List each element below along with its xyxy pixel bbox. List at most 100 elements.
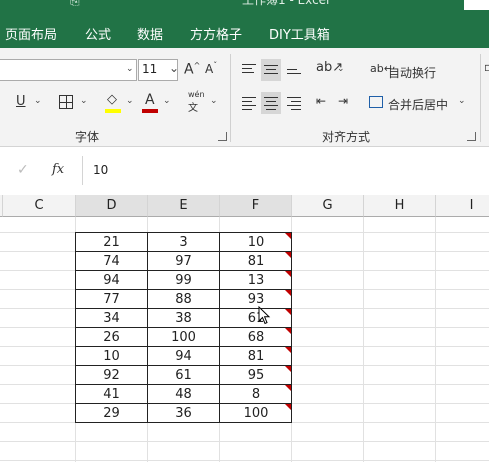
align-group-label: 对齐方式 <box>322 130 371 144</box>
align-right-icon[interactable] <box>287 97 301 113</box>
cell-d[interactable]: 41 <box>76 385 148 404</box>
window-control[interactable] <box>464 0 489 10</box>
align-bottom-icon[interactable] <box>287 69 301 77</box>
data-table: 21 3 10 74 97 81 94 99 13 77 88 93 34 38 61 26 100 68 10 94… <box>75 232 292 423</box>
column-header-e[interactable]: E <box>148 195 220 217</box>
cell-f[interactable]: 8 <box>220 385 292 404</box>
cell-f[interactable]: 81 <box>220 347 292 366</box>
title-bar: ⎘ 工作簿1 - Excel <box>0 0 489 18</box>
next-group-icon[interactable]: ▫ <box>484 60 489 74</box>
cell-f[interactable]: 68 <box>220 328 292 347</box>
cell-d[interactable]: 29 <box>76 404 148 423</box>
merge-center-label[interactable]: 合并后居中 <box>388 96 448 113</box>
align-left-icon[interactable] <box>242 97 256 113</box>
chevron-down-icon[interactable]: ⌄ <box>34 96 42 106</box>
font-size-value: 11 <box>142 62 158 76</box>
cell-e[interactable]: 97 <box>148 252 220 271</box>
cell-f[interactable]: 61 <box>220 309 292 328</box>
mouse-cursor-icon <box>258 306 271 325</box>
cell-f[interactable]: 95 <box>220 366 292 385</box>
cell-f[interactable]: 93 <box>220 290 292 309</box>
font-color-swatch <box>142 109 158 113</box>
font-color-icon[interactable]: A <box>145 92 155 108</box>
window-title: 工作簿1 - Excel <box>242 0 330 7</box>
decrease-indent-icon[interactable]: ⇤ <box>316 94 326 108</box>
cell-e[interactable]: 3 <box>148 233 220 252</box>
cell-d[interactable]: 92 <box>76 366 148 385</box>
column-header-g[interactable]: G <box>292 195 364 217</box>
comment-indicator-icon <box>285 252 291 258</box>
cell-d[interactable]: 74 <box>76 252 148 271</box>
cell-d[interactable]: 26 <box>76 328 148 347</box>
chevron-down-icon[interactable]: ⌄ <box>80 96 88 106</box>
column-header-h[interactable]: H <box>364 195 436 217</box>
formula-input[interactable]: 10 <box>82 156 489 185</box>
comment-indicator-icon <box>285 309 291 315</box>
comment-indicator-icon <box>285 366 291 372</box>
tab-diy-toolbox[interactable]: DIY工具箱 <box>269 24 330 43</box>
font-name-box[interactable]: ⌄ <box>0 59 137 81</box>
font-group-label: 字体 <box>75 130 100 144</box>
cell-e[interactable]: 100 <box>148 328 220 347</box>
cell-d[interactable]: 77 <box>76 290 148 309</box>
wrap-text-label[interactable]: 自动换行 <box>388 64 436 81</box>
comment-indicator-icon <box>285 290 291 296</box>
formula-value: 10 <box>93 163 109 177</box>
decrease-font-icon[interactable]: Aˇ <box>205 61 217 76</box>
align-top-icon[interactable] <box>242 64 256 76</box>
fill-color-swatch <box>105 109 121 113</box>
tab-data[interactable]: 数据 <box>137 24 163 43</box>
font-size-box[interactable]: 11 ⌄ <box>138 59 179 81</box>
insert-function-icon[interactable]: fx <box>52 162 64 177</box>
tab-page-layout[interactable]: 页面布局 <box>5 24 57 43</box>
chevron-down-icon[interactable]: ⌄ <box>458 96 466 106</box>
cell-d[interactable]: 21 <box>76 233 148 252</box>
chevron-down-icon[interactable]: ⌄ <box>126 64 134 74</box>
ribbon: ⌄ 11 ⌄ A^ Aˇ U ⌄ ⌄ ◇ ⌄ A ⌄ wén 文 ⌄ 字体 ab↗… <box>0 48 489 147</box>
cell-e[interactable]: 48 <box>148 385 220 404</box>
formula-bar: ✓ fx 10 <box>0 156 489 187</box>
cell-e[interactable]: 61 <box>148 366 220 385</box>
align-center-icon[interactable] <box>264 97 278 113</box>
group-separator <box>230 54 231 142</box>
cell-e[interactable]: 88 <box>148 290 220 309</box>
chevron-down-icon[interactable]: ⌄ <box>169 61 179 75</box>
cell-d[interactable]: 94 <box>76 271 148 290</box>
cell-f[interactable]: 81 <box>220 252 292 271</box>
column-header-c[interactable]: C <box>3 195 76 217</box>
cell-d[interactable]: 34 <box>76 309 148 328</box>
border-icon[interactable] <box>59 95 73 109</box>
chevron-down-icon[interactable]: ⌄ <box>163 96 171 106</box>
align-dialog-launcher-icon[interactable] <box>467 132 476 141</box>
comment-indicator-icon <box>285 404 291 410</box>
underline-icon[interactable]: U <box>16 94 26 109</box>
comment-indicator-icon <box>285 347 291 353</box>
tab-formulas[interactable]: 公式 <box>85 24 111 43</box>
chevron-down-icon[interactable]: ⌄ <box>126 96 134 106</box>
quick-access-icon[interactable]: ⎘ <box>70 0 80 9</box>
tab-fangfang[interactable]: 方方格子 <box>190 24 242 43</box>
chevron-down-icon[interactable]: ⌄ <box>337 64 345 74</box>
enter-icon[interactable]: ✓ <box>17 162 29 178</box>
column-header-i[interactable]: I <box>436 195 489 217</box>
cell-f[interactable]: 13 <box>220 271 292 290</box>
fill-color-icon[interactable]: ◇ <box>107 92 117 107</box>
increase-indent-icon[interactable]: ⇥ <box>338 94 348 108</box>
phonetic-guide-icon[interactable]: wén 文 <box>188 90 205 114</box>
increase-font-icon[interactable]: A^ <box>184 61 200 78</box>
cell-f[interactable]: 10 <box>220 233 292 252</box>
comment-indicator-icon <box>285 328 291 334</box>
align-middle-icon[interactable] <box>264 65 278 77</box>
cell-e[interactable]: 38 <box>148 309 220 328</box>
cell-e[interactable]: 94 <box>148 347 220 366</box>
comment-indicator-icon <box>285 385 291 391</box>
chevron-down-icon[interactable]: ⌄ <box>210 96 218 106</box>
merge-center-icon[interactable] <box>369 96 383 108</box>
column-header-f[interactable]: F <box>220 195 292 217</box>
cell-e[interactable]: 36 <box>148 404 220 423</box>
column-header-d[interactable]: D <box>76 195 148 217</box>
cell-e[interactable]: 99 <box>148 271 220 290</box>
cell-f[interactable]: 100 <box>220 404 292 423</box>
font-dialog-launcher-icon[interactable] <box>218 132 227 141</box>
cell-d[interactable]: 10 <box>76 347 148 366</box>
